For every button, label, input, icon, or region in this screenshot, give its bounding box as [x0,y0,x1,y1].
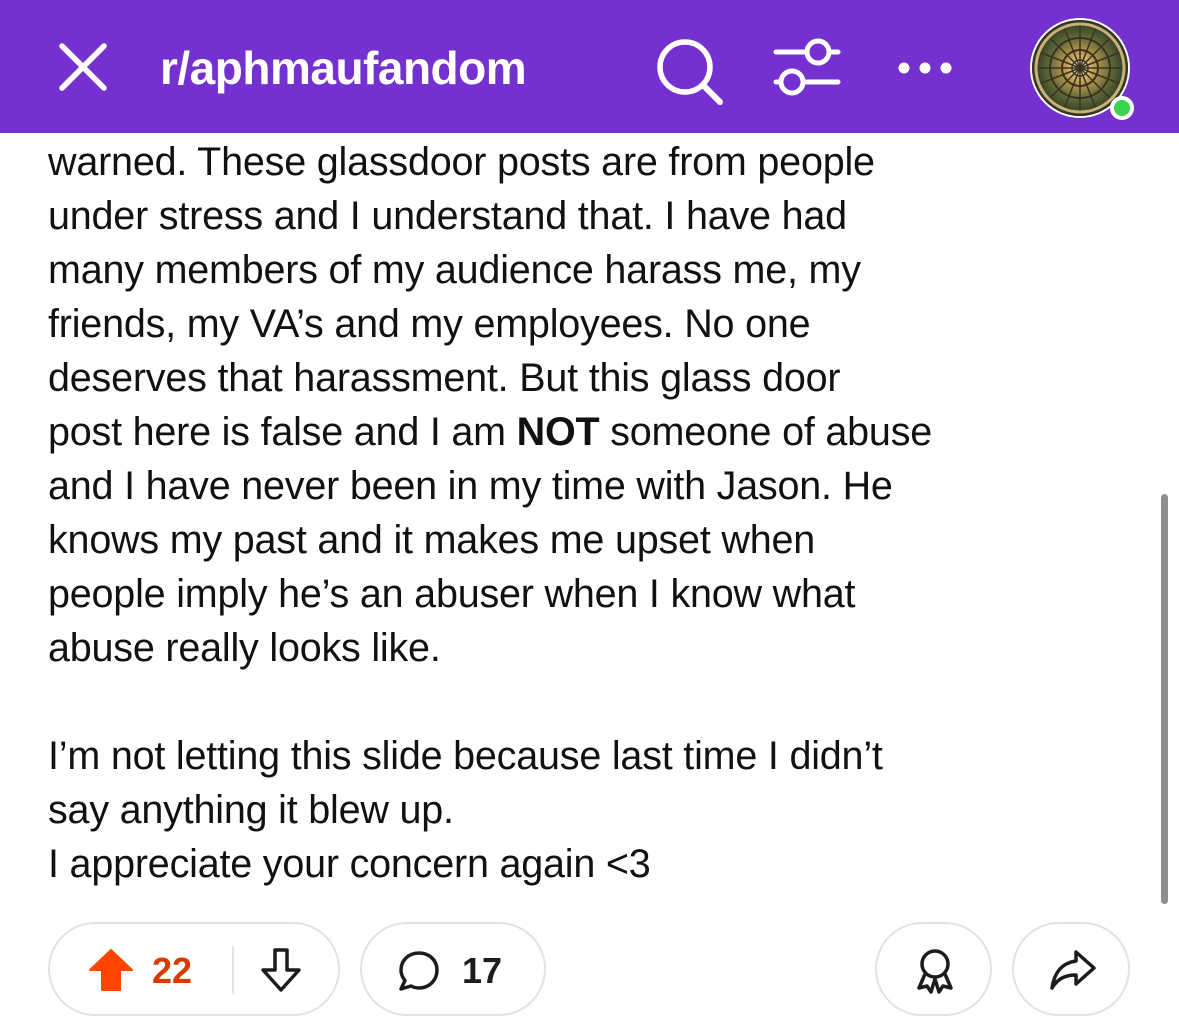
comment-count: 17 [462,950,503,991]
post-line: I appreciate your concern again <3 [48,842,651,886]
award-button[interactable] [875,922,992,1016]
post-line: deserves that harassment. But this glass… [48,356,841,400]
online-status-icon [1110,96,1134,120]
post-line: under stress and I understand that. I ha… [48,194,847,238]
upvote-button[interactable] [88,948,134,992]
share-button[interactable] [1012,922,1130,1016]
vote-divider [232,946,234,994]
search-icon [657,39,723,105]
post-line: knows my past and it makes me upset when [48,518,815,562]
comment-bubble-icon [396,948,442,994]
post-line: friends, my VA’s and my employees. No on… [48,302,811,346]
subreddit-name[interactable]: r/aphmaufandom [160,40,527,96]
more-options-button[interactable] [890,50,960,86]
close-button[interactable] [56,40,110,94]
filter-button[interactable] [772,36,842,100]
search-button[interactable] [654,36,726,108]
comments-button[interactable]: 17 [360,922,546,1016]
scrollbar[interactable] [1161,494,1168,904]
post-text-segment: someone of abuse [599,410,933,454]
post-text-segment: post here is false and I am [48,410,517,454]
downvote-button[interactable] [258,946,304,994]
user-avatar-button[interactable] [1030,18,1134,122]
share-icon [1048,948,1098,994]
post-line: warned. These glassdoor posts are from p… [48,140,875,184]
downvote-arrow-icon [261,948,301,992]
emphasis-text: NOT [516,410,600,454]
post-line: I’m not letting this slide because last … [48,734,883,778]
post-line: many members of my audience harass me, m… [48,248,861,292]
post-line: people imply he’s an abuser when I know … [48,572,856,616]
close-icon [59,43,107,91]
post-body: warned. These glassdoor posts are from p… [48,135,1148,891]
post-line: post here is false and I am NOT someone … [48,405,1148,459]
vote-count: 22 [152,950,193,991]
post-line: and I have never been in my time with Ja… [48,464,893,508]
filter-icon [773,38,841,96]
top-bar: r/aphmaufandom [0,0,1179,133]
upvote-arrow-icon [89,949,133,991]
post-line: say anything it blew up. [48,788,454,832]
more-icon [898,62,952,74]
post-line: abuse really looks like. [48,626,441,670]
award-icon [911,946,959,996]
vote-bar: 22 [48,922,340,1016]
